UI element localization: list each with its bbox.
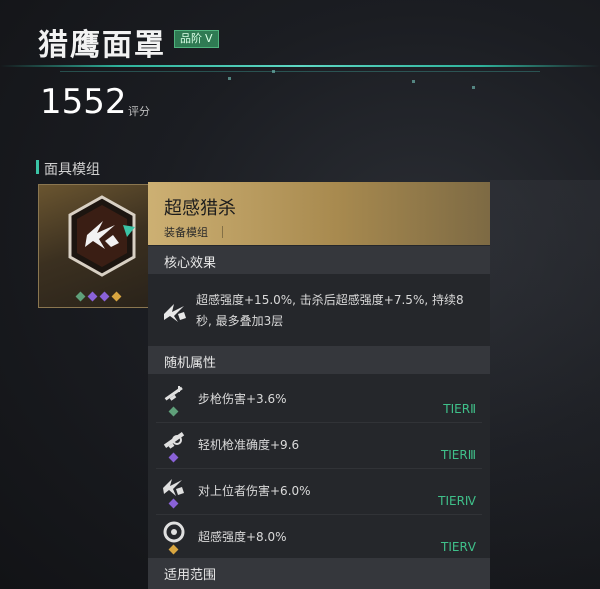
attribute-text: 对上位者伤害+6.0% — [198, 484, 311, 498]
core-effect-title: 核心效果 — [164, 256, 217, 271]
score-value: 1552 — [40, 82, 127, 122]
swirl-icon — [160, 518, 188, 546]
scope-title: 适用范围 — [164, 568, 217, 583]
tooltip-header: 超感猎杀 装备模组 — [148, 182, 490, 245]
decor-dot — [412, 80, 415, 83]
gem-indicator — [87, 291, 98, 302]
section-label-modules: 面具模组 — [44, 162, 100, 178]
header-separator — [222, 226, 223, 238]
gem-indicator — [75, 291, 86, 302]
decor-dot — [228, 77, 231, 80]
rifle-icon — [160, 380, 188, 408]
attribute-gem — [168, 498, 179, 509]
attribute-divider — [156, 422, 482, 423]
header-divider — [0, 65, 600, 67]
attribute-gem — [168, 406, 179, 417]
attribute-row: 对上位者伤害+6.0% TIERⅣ — [148, 470, 490, 514]
grade-value: V — [205, 32, 213, 45]
score-label: 评分 — [128, 105, 150, 118]
random-attributes-header: 随机属性 — [148, 346, 490, 374]
attribute-gem — [168, 452, 179, 463]
scope-header: 适用范围 — [148, 558, 490, 589]
attribute-text: 步枪伤害+3.6% — [198, 392, 287, 406]
skill-type: 装备模组 — [164, 226, 208, 239]
shuriken-icon — [160, 472, 188, 500]
gem-indicator — [99, 291, 110, 302]
attribute-tier: TIERⅤ — [441, 540, 476, 554]
module-tooltip: 超感猎杀 装备模组 核心效果 超感强度+15.0%, 击杀后超感强度+7.5%,… — [148, 182, 490, 589]
random-attributes-title: 随机属性 — [164, 356, 217, 371]
attribute-tier: TIERⅣ — [438, 494, 476, 508]
attribute-text: 轻机枪准确度+9.6 — [198, 438, 300, 452]
attribute-divider — [156, 468, 482, 469]
attribute-divider — [156, 514, 482, 515]
attribute-row: 超感强度+8.0% TIERⅤ — [148, 516, 490, 560]
item-title: 猎鹰面罩 — [38, 28, 166, 63]
background-shade — [490, 180, 600, 589]
gem-indicator — [111, 291, 122, 302]
header-divider-faint — [60, 71, 540, 72]
section-marker — [36, 160, 39, 174]
core-effect-header: 核心效果 — [148, 246, 490, 274]
lmg-icon — [160, 426, 188, 454]
attribute-text: 超感强度+8.0% — [198, 530, 287, 544]
module-hex-icon — [67, 195, 137, 277]
grade-label: 品阶 — [180, 32, 202, 45]
attribute-tier: TIERⅡ — [443, 402, 476, 416]
decor-dot — [272, 70, 275, 73]
attribute-gem — [168, 544, 179, 555]
decor-dot — [472, 86, 475, 89]
core-effect-text: 超感强度+15.0%, 击杀后超感强度+7.5%, 持续8秒, 最多叠加3层 — [196, 293, 464, 328]
attribute-tier: TIERⅢ — [440, 448, 476, 462]
grade-badge: 品阶 V — [174, 30, 219, 48]
skill-name: 超感猎杀 — [164, 198, 236, 219]
module-slot[interactable] — [38, 184, 150, 308]
attribute-row: 步枪伤害+3.6% TIERⅡ — [148, 378, 490, 422]
core-effect-icon — [160, 296, 190, 326]
attribute-row: 轻机枪准确度+9.6 TIERⅢ — [148, 424, 490, 468]
